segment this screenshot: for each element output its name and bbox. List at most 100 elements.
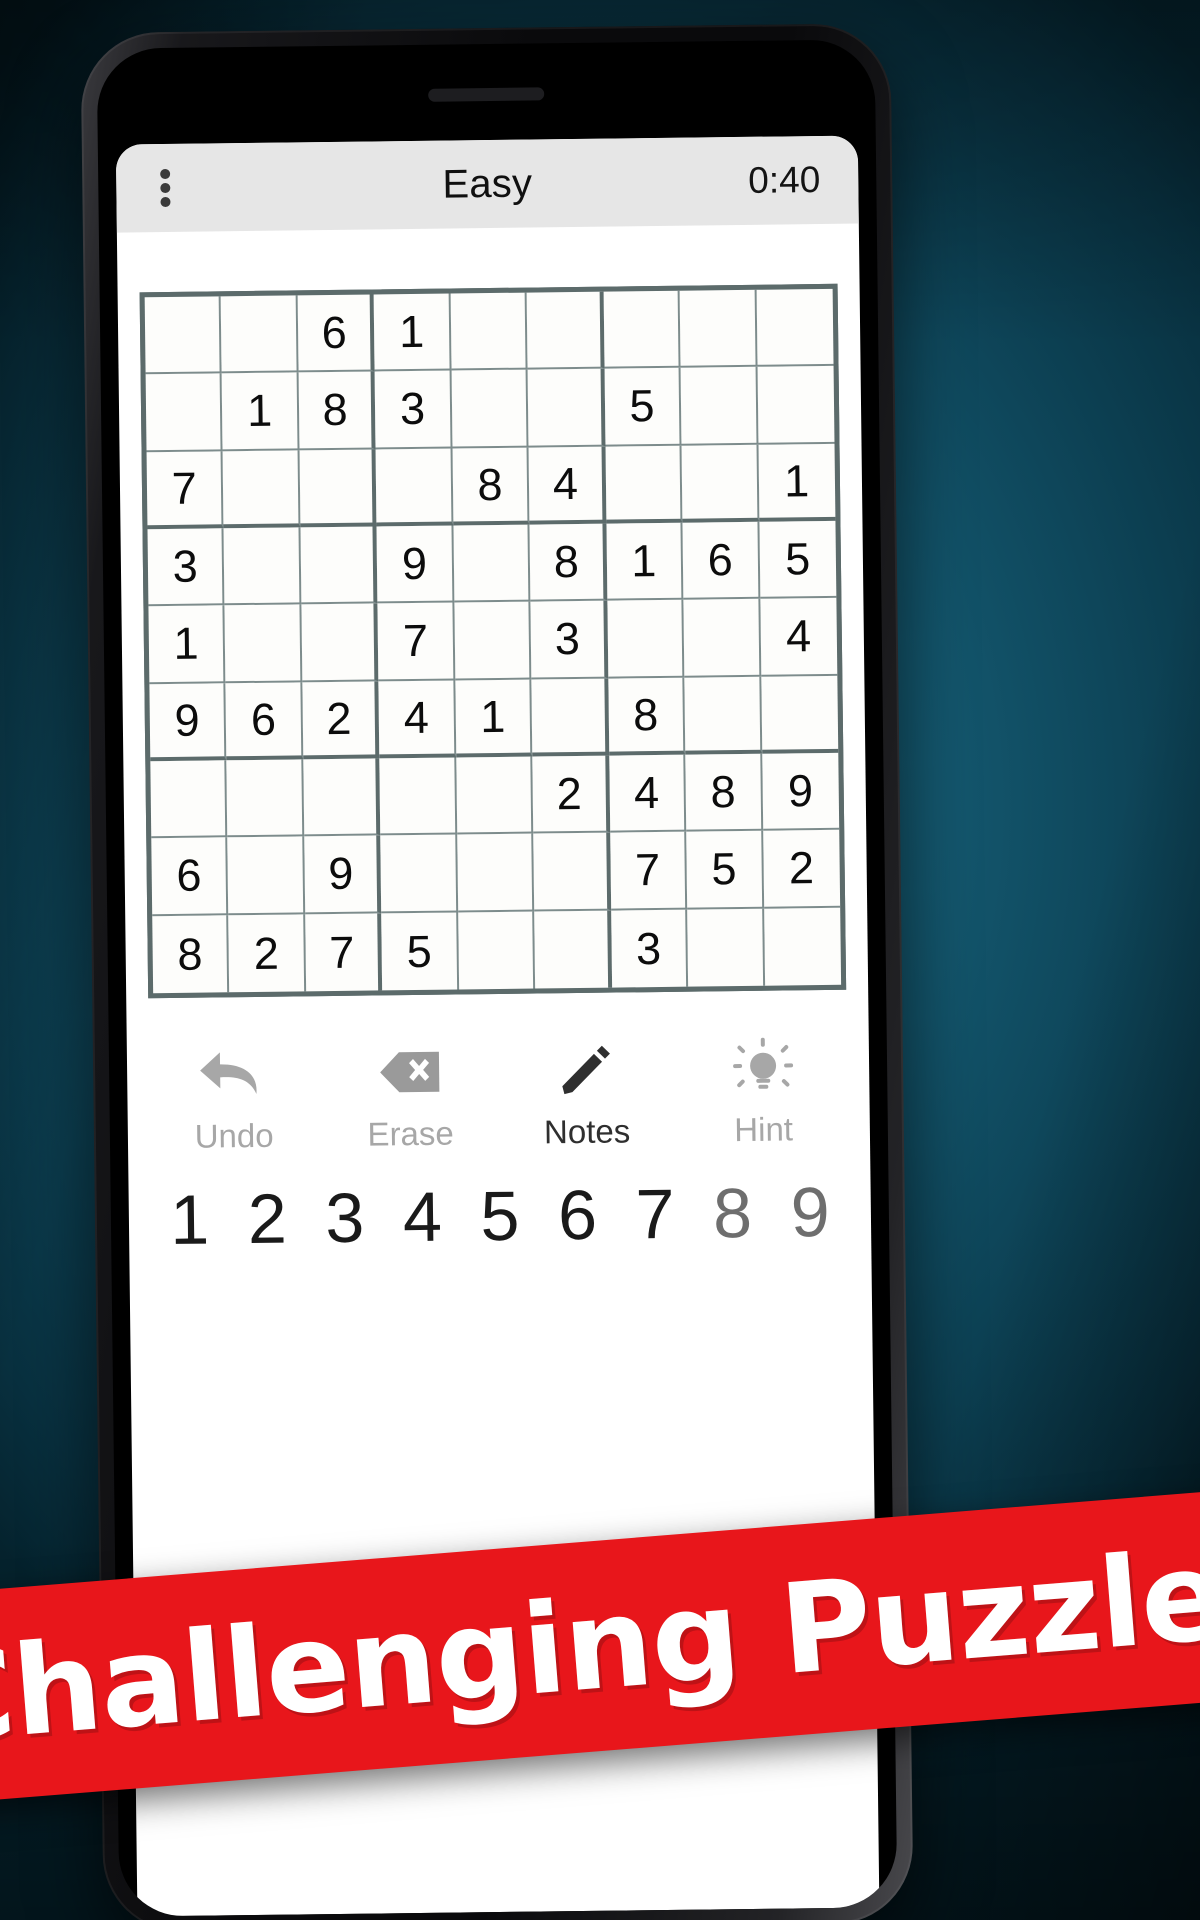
sudoku-cell-r1c7[interactable] bbox=[603, 290, 681, 369]
sudoku-cell-r9c5[interactable] bbox=[457, 911, 536, 990]
sudoku-cell-r1c9[interactable] bbox=[756, 288, 834, 368]
sudoku-cell-r1c6[interactable] bbox=[526, 291, 605, 370]
sudoku-cell-r4c2[interactable] bbox=[223, 527, 302, 606]
sudoku-cell-r2c5[interactable] bbox=[451, 369, 529, 449]
sudoku-cell-r9c4[interactable]: 5 bbox=[381, 912, 459, 991]
sudoku-cell-r9c6[interactable] bbox=[534, 910, 612, 989]
sudoku-cell-r8c9[interactable]: 2 bbox=[762, 830, 841, 909]
hint-button[interactable]: Hint bbox=[674, 1034, 852, 1150]
sudoku-cell-r7c5[interactable] bbox=[456, 756, 534, 835]
numpad-key-1[interactable]: 1 bbox=[150, 1181, 228, 1259]
sudoku-cell-r2c3[interactable]: 8 bbox=[298, 371, 376, 451]
sudoku-cell-r7c6[interactable]: 2 bbox=[532, 755, 610, 834]
sudoku-cell-r6c9[interactable] bbox=[760, 675, 839, 754]
sudoku-cell-r7c2[interactable] bbox=[226, 759, 305, 838]
sudoku-cell-r7c9[interactable]: 9 bbox=[761, 752, 840, 832]
numpad-key-8[interactable]: 8 bbox=[693, 1174, 771, 1253]
sudoku-cell-r2c2[interactable]: 1 bbox=[222, 372, 300, 451]
sudoku-cell-r9c2[interactable]: 2 bbox=[228, 913, 307, 993]
sudoku-cell-r5c7[interactable] bbox=[607, 600, 685, 679]
sudoku-cell-r4c9[interactable]: 5 bbox=[758, 520, 837, 600]
sudoku-cell-r6c5[interactable]: 1 bbox=[455, 679, 533, 758]
sudoku-cell-r3c7[interactable] bbox=[605, 445, 683, 524]
sudoku-cell-r4c3[interactable] bbox=[300, 526, 378, 605]
sudoku-cell-r7c8[interactable]: 8 bbox=[685, 753, 763, 833]
sudoku-cell-r9c7[interactable]: 3 bbox=[610, 909, 689, 988]
sudoku-cell-r9c3[interactable]: 7 bbox=[305, 913, 383, 992]
sudoku-cell-r1c2[interactable] bbox=[221, 295, 299, 374]
sudoku-cell-r4c4[interactable]: 9 bbox=[376, 525, 455, 604]
numpad-key-2[interactable]: 2 bbox=[228, 1180, 306, 1258]
erase-button[interactable]: Erase bbox=[321, 1038, 499, 1154]
sudoku-cell-r2c8[interactable] bbox=[680, 367, 759, 446]
sudoku-cell-r4c5[interactable] bbox=[453, 524, 531, 603]
sudoku-cell-r7c1[interactable] bbox=[150, 760, 228, 839]
sudoku-cell-r5c3[interactable] bbox=[301, 603, 379, 683]
sudoku-cell-r2c1[interactable] bbox=[145, 373, 223, 452]
sudoku-grid[interactable]: 6118357841398165173496241824896975282753 bbox=[139, 283, 847, 999]
sudoku-cell-r5c5[interactable] bbox=[454, 601, 532, 681]
sudoku-cell-r5c9[interactable]: 4 bbox=[759, 598, 838, 677]
notes-button[interactable]: Notes bbox=[498, 1036, 676, 1152]
sudoku-cell-r6c7[interactable]: 8 bbox=[608, 677, 686, 756]
sudoku-cell-r8c7[interactable]: 7 bbox=[609, 832, 688, 911]
sudoku-cell-r6c3[interactable]: 2 bbox=[302, 681, 380, 760]
sudoku-cell-r5c8[interactable] bbox=[683, 599, 761, 678]
sudoku-cell-r6c4[interactable]: 4 bbox=[378, 680, 457, 759]
numpad-key-9[interactable]: 9 bbox=[771, 1173, 849, 1252]
sudoku-cell-r2c7[interactable]: 5 bbox=[604, 368, 682, 447]
sudoku-cell-r2c9[interactable] bbox=[757, 366, 835, 445]
sudoku-cell-r8c1[interactable]: 6 bbox=[151, 837, 229, 916]
sudoku-cell-r4c8[interactable]: 6 bbox=[682, 521, 760, 601]
sudoku-cell-r5c6[interactable]: 3 bbox=[530, 600, 609, 680]
sudoku-cell-r7c3[interactable] bbox=[303, 758, 381, 837]
sudoku-cell-r3c6[interactable]: 4 bbox=[528, 446, 607, 525]
sudoku-cell-r7c7[interactable]: 4 bbox=[608, 754, 687, 833]
sudoku-cell-r7c4[interactable] bbox=[379, 757, 458, 836]
sudoku-cell-r1c1[interactable] bbox=[144, 296, 223, 375]
numpad-key-6[interactable]: 6 bbox=[538, 1176, 616, 1255]
sudoku-cell-r1c4[interactable]: 1 bbox=[373, 293, 452, 372]
sudoku-cell-r1c5[interactable] bbox=[450, 292, 528, 371]
sudoku-cell-r2c4[interactable]: 3 bbox=[374, 370, 453, 450]
sudoku-cell-r3c5[interactable]: 8 bbox=[452, 447, 530, 526]
sudoku-cell-r8c3[interactable]: 9 bbox=[304, 835, 382, 914]
sudoku-cell-r8c8[interactable]: 5 bbox=[686, 831, 764, 910]
overflow-menu-icon[interactable] bbox=[148, 164, 183, 212]
board-container: 6118357841398165173496241824896975282753 bbox=[117, 224, 868, 999]
sudoku-cell-r3c2[interactable] bbox=[222, 450, 301, 529]
sudoku-cell-r3c8[interactable] bbox=[681, 444, 759, 523]
sudoku-cell-r9c8[interactable] bbox=[687, 908, 765, 987]
sudoku-cell-r3c1[interactable]: 7 bbox=[146, 450, 224, 530]
sudoku-cell-r5c1[interactable]: 1 bbox=[148, 605, 226, 684]
sudoku-cell-r9c9[interactable] bbox=[763, 907, 842, 986]
sudoku-cell-r1c8[interactable] bbox=[679, 289, 758, 369]
numpad-key-4[interactable]: 4 bbox=[383, 1178, 461, 1256]
sudoku-cell-r9c1[interactable]: 8 bbox=[152, 914, 230, 994]
menu-dot bbox=[160, 182, 171, 194]
sudoku-cell-r4c6[interactable]: 8 bbox=[529, 523, 608, 602]
numpad-key-7[interactable]: 7 bbox=[616, 1175, 694, 1254]
undo-arrow-icon bbox=[198, 1041, 269, 1108]
sudoku-cell-r6c8[interactable] bbox=[684, 676, 762, 755]
sudoku-cell-r8c4[interactable] bbox=[380, 834, 458, 914]
sudoku-cell-r2c6[interactable] bbox=[527, 368, 606, 448]
sudoku-cell-r1c3[interactable]: 6 bbox=[297, 294, 375, 373]
sudoku-cell-r3c9[interactable]: 1 bbox=[758, 443, 836, 522]
sudoku-cell-r5c4[interactable]: 7 bbox=[377, 602, 456, 682]
sudoku-cell-r6c6[interactable] bbox=[531, 678, 609, 757]
sudoku-cell-r6c1[interactable]: 9 bbox=[149, 682, 227, 762]
sudoku-cell-r4c1[interactable]: 3 bbox=[147, 528, 225, 607]
sudoku-cell-r3c4[interactable] bbox=[375, 448, 454, 527]
sudoku-cell-r3c3[interactable] bbox=[299, 449, 377, 528]
sudoku-cell-r8c2[interactable] bbox=[227, 836, 306, 915]
sudoku-cell-r5c2[interactable] bbox=[224, 604, 303, 683]
timer-display: 0:40 bbox=[748, 158, 821, 201]
numpad-key-3[interactable]: 3 bbox=[306, 1179, 384, 1257]
sudoku-cell-r8c5[interactable] bbox=[457, 833, 535, 913]
undo-button[interactable]: Undo bbox=[145, 1040, 323, 1156]
sudoku-cell-r4c7[interactable]: 1 bbox=[606, 522, 684, 601]
numpad-key-5[interactable]: 5 bbox=[461, 1177, 539, 1256]
sudoku-cell-r6c2[interactable]: 6 bbox=[225, 682, 304, 761]
sudoku-cell-r8c6[interactable] bbox=[533, 832, 611, 912]
